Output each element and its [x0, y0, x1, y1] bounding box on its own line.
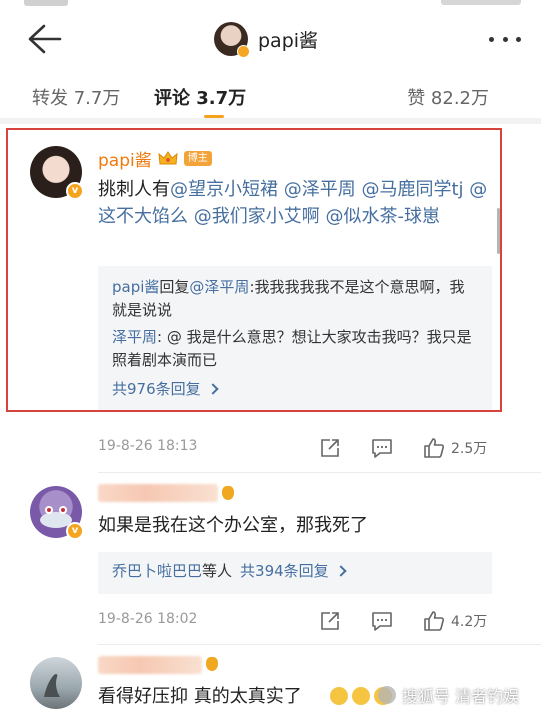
- comment-time: 19-8-26 18:13: [98, 438, 198, 454]
- username-text[interactable]: papi酱: [98, 146, 152, 171]
- watermark-text: 搜狐号 清者钓娱: [401, 687, 519, 706]
- avatar: [214, 22, 250, 58]
- status-time: [24, 0, 68, 6]
- emoji-icon: [206, 657, 218, 671]
- comment-text-prefix: 挑刺人有: [98, 179, 170, 200]
- view-replies-link[interactable]: 共976条回复: [112, 378, 478, 399]
- watermark: 搜狐号 清者钓娱: [377, 683, 519, 707]
- thumbs-up-icon[interactable]: [422, 609, 446, 633]
- verified-badge-icon: [237, 45, 250, 58]
- like-count: 4.2万: [451, 614, 488, 630]
- avatar[interactable]: [30, 657, 82, 709]
- view-replies-link[interactable]: 乔巴卜啦巴巴 等人 共394条回复: [112, 560, 478, 581]
- reply-verb: 回复: [159, 278, 190, 296]
- mention-link[interactable]: @泽平周: [284, 179, 356, 200]
- comment-text: 挑刺人有@望京小短裙 @泽平周 @马鹿同学tj @这不大馅么 @我们家小艾啊 @…: [98, 176, 503, 230]
- crown-icon: [158, 150, 178, 167]
- mention-link[interactable]: @似水茶-球崽: [325, 206, 440, 227]
- mention-link[interactable]: @我们家小艾啊: [194, 206, 320, 227]
- back-arrow-icon[interactable]: [24, 22, 64, 56]
- page-title-group[interactable]: papi酱: [214, 20, 318, 58]
- sohu-logo-icon: [377, 686, 396, 704]
- verified-badge-icon: v: [66, 182, 84, 200]
- divider: [98, 644, 541, 645]
- thumbs-up-icon[interactable]: [422, 436, 446, 460]
- divider: [98, 472, 541, 473]
- emoji-icon: [330, 687, 348, 705]
- blurred-username[interactable]: [98, 656, 202, 674]
- view-replies-label[interactable]: 共976条回复: [112, 378, 201, 399]
- avatar[interactable]: v: [30, 146, 84, 200]
- reply-text: : @ 我是什么意思？想让大家攻击我吗？我只是照着剧本演而已: [112, 328, 472, 369]
- chevron-right-icon: [206, 382, 219, 395]
- repost-icon[interactable]: [318, 436, 342, 460]
- reply-username[interactable]: 乔巴卜啦巴巴: [112, 560, 202, 581]
- reply-preview-box[interactable]: 乔巴卜啦巴巴 等人 共394条回复: [98, 552, 492, 594]
- avatar[interactable]: v: [30, 486, 84, 540]
- comment-text: 看得好压抑 真的太真实了: [98, 686, 302, 707]
- comment-icon[interactable]: [370, 436, 394, 460]
- comment-username[interactable]: papi酱 博主: [98, 146, 212, 171]
- tab-like[interactable]: 赞 82.2万: [407, 84, 489, 110]
- emoji-icon: [352, 687, 370, 705]
- view-replies-label[interactable]: 共394条回复: [240, 560, 329, 581]
- top-nav-bar: papi酱: [0, 14, 541, 64]
- comment-icon[interactable]: [370, 609, 394, 633]
- comment-time: 19-8-26 18:02: [98, 611, 198, 627]
- emoji-icon: [222, 486, 234, 500]
- status-bar: [0, 0, 541, 14]
- more-icon[interactable]: [485, 28, 525, 50]
- reply-line: 泽平周: @ 我是什么意思？想让大家攻击我吗？我只是照着剧本演而已: [112, 326, 478, 372]
- reply-username[interactable]: 泽平周: [112, 328, 157, 346]
- chevron-right-icon: [335, 564, 347, 577]
- reply-username[interactable]: papi酱: [112, 278, 159, 296]
- page-title: papi酱: [258, 29, 319, 52]
- scrollbar[interactable]: [497, 208, 500, 254]
- reply-suffix: 等人: [202, 562, 233, 580]
- mention-link[interactable]: @望京小短裙: [170, 179, 278, 200]
- mention-link[interactable]: @泽平周: [189, 278, 249, 296]
- blurred-username[interactable]: [98, 484, 218, 502]
- like-count: 2.5万: [451, 441, 488, 457]
- reply-preview-box[interactable]: papi酱回复@泽平周:我我我我我不是这个意思啊，我就是说说 泽平周: @ 我是…: [98, 266, 492, 412]
- section-divider: [0, 118, 541, 124]
- comment-meta: 19-8-26 18:02 4.2万: [98, 609, 498, 633]
- comment-text: 如果是我在这个办公室，那我死了: [98, 515, 368, 536]
- comment-meta: 19-8-26 18:13 2.5万: [98, 436, 498, 460]
- status-icons: [441, 0, 521, 5]
- reply-line: papi酱回复@泽平周:我我我我我不是这个意思啊，我就是说说: [112, 276, 478, 322]
- repost-icon[interactable]: [318, 609, 342, 633]
- tab-repost[interactable]: 转发 7.7万: [32, 84, 120, 110]
- blogger-badge: 博主: [183, 151, 212, 166]
- verified-badge-icon: v: [66, 522, 84, 540]
- mention-link[interactable]: @马鹿同学tj: [361, 179, 463, 200]
- tab-bar: 转发 7.7万 评论 3.7万 赞 82.2万: [0, 72, 541, 122]
